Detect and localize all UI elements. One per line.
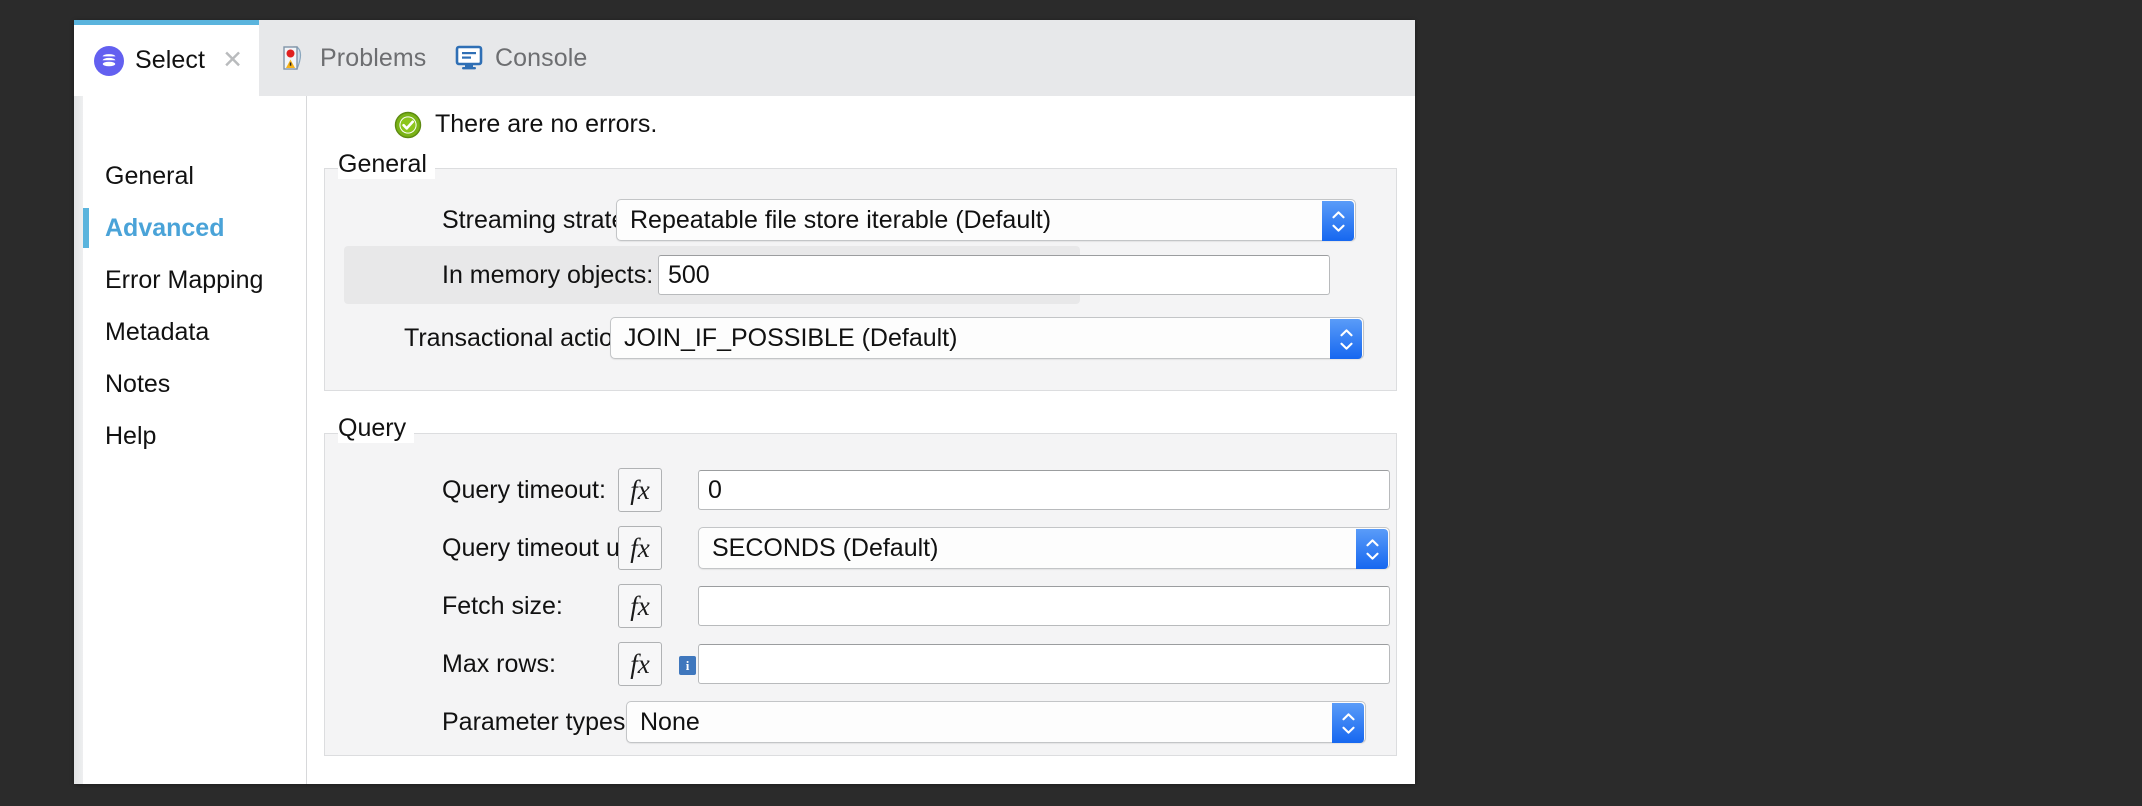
fx-icon: fx: [630, 591, 650, 622]
info-icon-glyph: i: [686, 658, 690, 674]
properties-window: Select ✕ Problems: [74, 20, 1415, 784]
max-rows-input[interactable]: [698, 644, 1390, 684]
max-rows-row: Max rows: fx i: [442, 638, 1402, 690]
stepper-icon[interactable]: [1356, 529, 1388, 569]
status-text: There are no errors.: [435, 110, 657, 139]
screen: Select ✕ Problems: [0, 0, 2142, 806]
tab-label-console: Console: [495, 44, 587, 73]
status-message: There are no errors.: [394, 110, 657, 139]
tab-bar: Select ✕ Problems: [74, 20, 1415, 97]
query-timeout-unit-select[interactable]: SECONDS (Default): [698, 527, 1390, 569]
sidebar-item-advanced[interactable]: Advanced: [74, 202, 306, 254]
stepper-icon[interactable]: [1332, 703, 1364, 743]
query-timeout-value: 0: [708, 476, 722, 505]
tab-label-problems: Problems: [320, 44, 426, 73]
fx-icon: fx: [630, 649, 650, 680]
fetch-size-input[interactable]: [698, 586, 1390, 626]
sidebar-item-label: Advanced: [105, 214, 224, 243]
fx-icon: fx: [630, 533, 650, 564]
transactional-action-row: Transactional action: JOIN_IF_POSSIBLE (…: [404, 312, 1404, 364]
parameter-types-value: None: [640, 708, 700, 737]
sidebar-item-label: Error Mapping: [105, 266, 263, 295]
parameter-types-row: Parameter types None: [442, 696, 1402, 748]
tab-problems[interactable]: Problems: [259, 20, 434, 96]
parameter-types-label: Parameter types: [442, 708, 618, 737]
query-group-title: Query: [338, 414, 414, 443]
streaming-strategy-select[interactable]: Repeatable file store iterable (Default): [616, 199, 1356, 241]
in-memory-objects-row: In memory objects: 500: [442, 246, 1402, 304]
streaming-strategy-label: Streaming strategy: [442, 206, 592, 235]
query-timeout-label: Query timeout:: [442, 476, 618, 505]
info-icon[interactable]: i: [679, 656, 696, 675]
parameter-types-select[interactable]: None: [626, 701, 1366, 743]
transactional-action-value: JOIN_IF_POSSIBLE (Default): [624, 324, 957, 353]
sidebar-item-label: Notes: [105, 370, 170, 399]
general-group-title: General: [338, 150, 435, 179]
sidebar-item-label: Help: [105, 422, 156, 451]
in-memory-objects-input[interactable]: 500: [658, 255, 1330, 295]
console-monitor-icon: [454, 45, 484, 71]
query-timeout-fx-button[interactable]: fx: [618, 468, 662, 512]
fetch-size-label: Fetch size:: [442, 592, 618, 621]
stepper-icon[interactable]: [1322, 201, 1354, 241]
tab-select[interactable]: Select ✕: [74, 20, 259, 96]
query-timeout-input[interactable]: 0: [698, 470, 1390, 510]
query-timeout-unit-fx-button[interactable]: fx: [618, 526, 662, 570]
problems-marker-icon: [279, 43, 309, 73]
tab-label-select: Select: [135, 46, 205, 75]
stepper-icon[interactable]: [1330, 319, 1362, 359]
sidebar-item-label: Metadata: [105, 318, 209, 347]
max-rows-label: Max rows:: [442, 650, 618, 679]
in-memory-objects-label: In memory objects:: [442, 261, 642, 290]
query-timeout-row: Query timeout: fx 0: [442, 464, 1402, 516]
settings-sidebar: General Advanced Error Mapping Metadata …: [74, 96, 307, 784]
green-check-icon: [394, 111, 422, 139]
sidebar-item-help[interactable]: Help: [74, 410, 306, 462]
transactional-action-select[interactable]: JOIN_IF_POSSIBLE (Default): [610, 317, 1364, 359]
fetch-size-row: Fetch size: fx: [442, 580, 1402, 632]
in-memory-objects-value: 500: [668, 261, 710, 290]
max-rows-fx-button[interactable]: fx: [618, 642, 662, 686]
transactional-action-label: Transactional action:: [404, 324, 594, 353]
query-timeout-unit-label: Query timeout unit:: [442, 534, 618, 563]
content-area: There are no errors. General Advanced Er…: [74, 96, 1415, 784]
sidebar-item-notes[interactable]: Notes: [74, 358, 306, 410]
sidebar-item-general[interactable]: General: [74, 150, 306, 202]
tab-console[interactable]: Console: [434, 20, 599, 96]
streaming-strategy-row: Streaming strategy Repeatable file store…: [442, 194, 1402, 246]
close-icon[interactable]: ✕: [222, 48, 243, 73]
fetch-size-fx-button[interactable]: fx: [618, 584, 662, 628]
sidebar-item-error-mapping[interactable]: Error Mapping: [74, 254, 306, 306]
query-timeout-unit-row: Query timeout unit: fx SECONDS (Default): [442, 522, 1402, 574]
streaming-strategy-value: Repeatable file store iterable (Default): [630, 206, 1051, 235]
fx-icon: fx: [630, 475, 650, 506]
sidebar-item-metadata[interactable]: Metadata: [74, 306, 306, 358]
database-icon: [94, 46, 124, 76]
sidebar-item-label: General: [105, 162, 194, 191]
query-timeout-unit-value: SECONDS (Default): [712, 534, 938, 563]
